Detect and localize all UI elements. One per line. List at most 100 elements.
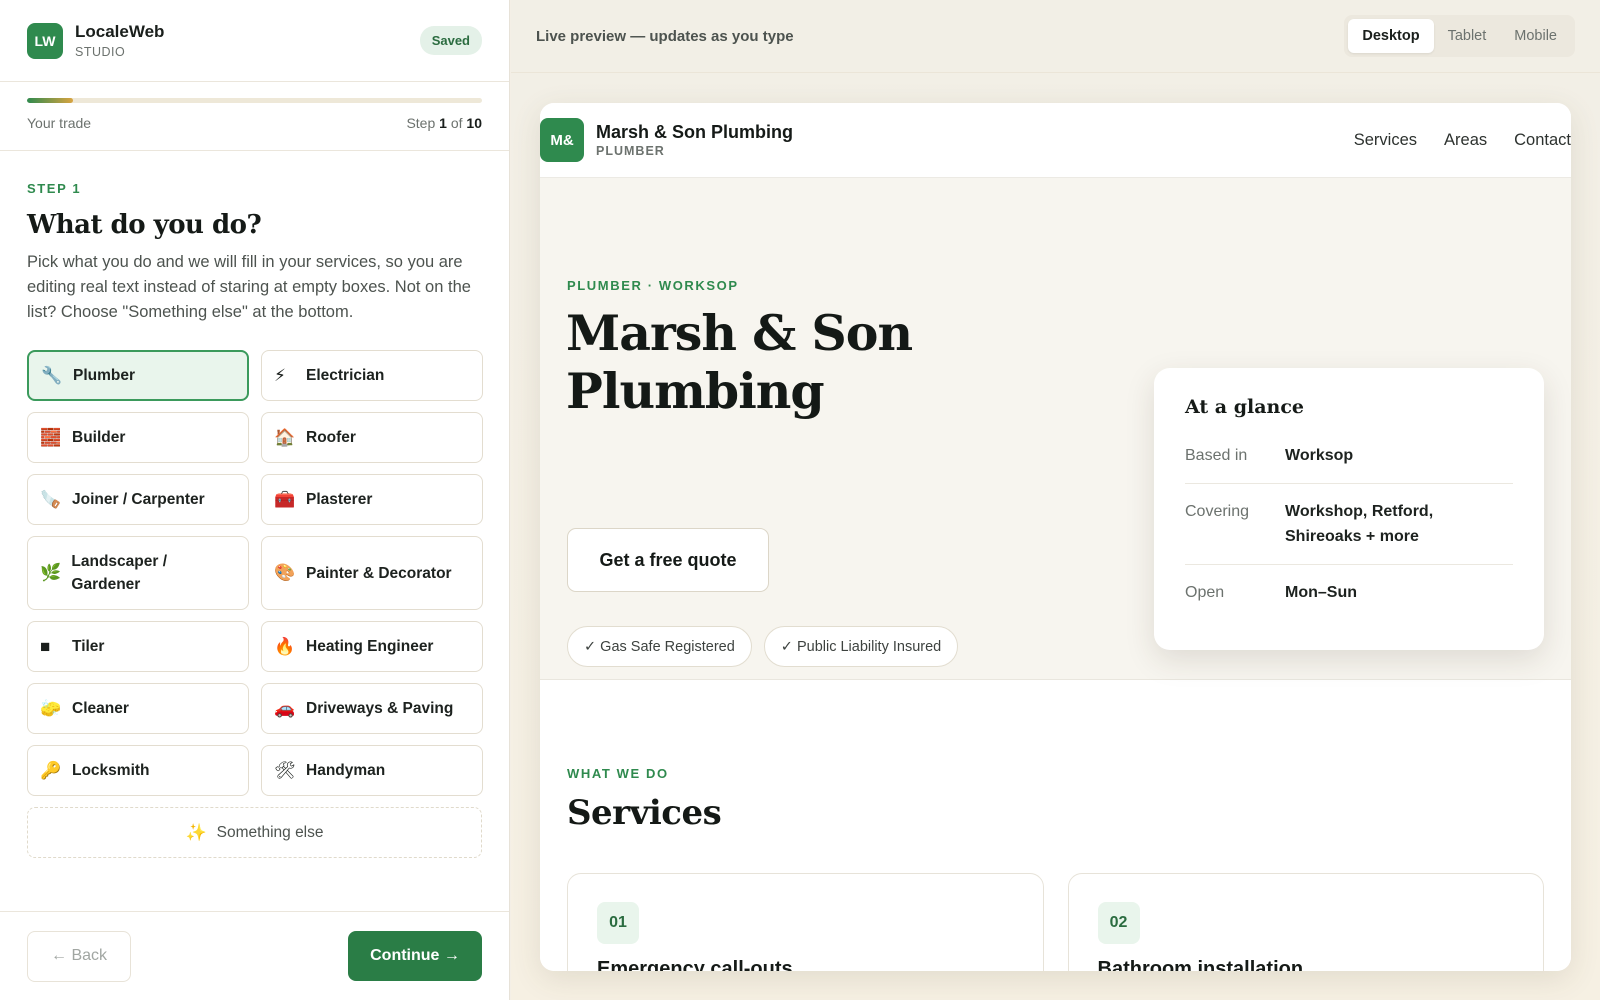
trade-option-roofer[interactable]: 🏠 Roofer: [261, 412, 483, 463]
something-else-label: Something else: [216, 823, 324, 841]
glance-title: At a glance: [1185, 396, 1305, 418]
live-preview-caption: Live preview — updates as you type: [536, 27, 794, 45]
trade-tiler-icon: ■: [40, 636, 51, 656]
site-name: Marsh & Son Plumbing: [596, 122, 794, 142]
services-eyebrow: WHAT WE DO: [567, 766, 669, 781]
trade-label: Builder: [72, 429, 126, 446]
trade-painter-decorator-icon: 🎨: [274, 563, 296, 582]
hero-eyebrow: PLUMBER · WORKSOP: [567, 278, 739, 293]
trade-option-landscaper-gardener[interactable]: 🌿 Landscaper / Gardener: [27, 536, 249, 610]
trade-option-cleaner[interactable]: 🧽 Cleaner: [27, 683, 249, 734]
trade-option-heating-engineer[interactable]: 🔥 Heating Engineer: [261, 621, 483, 672]
glance-value: Worksop: [1285, 447, 1354, 464]
trade-plumber-icon: 🔧: [41, 365, 63, 385]
get-quote-button[interactable]: Get a free quote: [567, 528, 769, 592]
service-number: 01: [597, 902, 639, 944]
service-number: 02: [1097, 902, 1140, 944]
trade-option-plasterer[interactable]: 🧰 Plasterer: [261, 474, 483, 525]
wizard-panel: LW LocaleWeb STUDIO Saved Your trade Ste…: [0, 0, 510, 1000]
trade-label: Painter & Decorator: [306, 564, 452, 582]
trade-handyman-icon: 🛠: [274, 760, 296, 780]
trade-landscaper-gardener-icon: 🌿: [40, 563, 62, 582]
trade-label: Electrician: [306, 367, 385, 384]
device-tab-mobile[interactable]: Mobile: [1500, 19, 1571, 53]
trade-option-plumber[interactable]: 🔧 Plumber: [27, 350, 249, 401]
trade-option-painter-decorator[interactable]: 🎨 Painter & Decorator: [261, 536, 483, 610]
trust-badge: ✓ Public Liability Insured: [763, 626, 959, 667]
service-card[interactable]: 02 Bathroom installation: [1067, 873, 1544, 971]
site-nav-links: Services Areas Contact: [1354, 131, 1571, 150]
services-section: WHAT WE DO Services 01 Emergency call-out…: [540, 680, 1571, 971]
trade-label: Plasterer: [306, 491, 373, 508]
trade-option-driveways-paving[interactable]: 🚗 Driveways & Paving: [261, 683, 483, 734]
progress-label: Your trade: [27, 115, 92, 131]
glance-row: Open Mon–Sun: [1185, 565, 1513, 620]
trade-label: Cleaner: [72, 700, 129, 717]
site-nav-link-contact[interactable]: Contact: [1514, 131, 1571, 150]
device-tab-tablet[interactable]: Tablet: [1434, 19, 1501, 53]
trade-option-electrician[interactable]: ⚡ Electrician: [261, 350, 483, 401]
trade-electrician-icon: ⚡: [274, 365, 286, 385]
device-switcher: Desktop Tablet Mobile: [1344, 15, 1575, 57]
trade-label: Landscaper / Gardener: [71, 553, 168, 593]
glance-key: Covering: [1185, 503, 1250, 520]
progress-bar: [27, 98, 482, 103]
trust-badges: ✓ Gas Safe Registered ✓ Public Liability …: [567, 626, 959, 667]
trade-option-locksmith[interactable]: 🔑 Locksmith: [27, 745, 249, 796]
site-nav-link-services[interactable]: Services: [1354, 131, 1417, 150]
preview-toolbar: Live preview — updates as you type Deskt…: [511, 0, 1600, 73]
trade-option-tiler[interactable]: ■ Tiler: [27, 621, 249, 672]
something-else-button[interactable]: ✨ Something else: [27, 807, 482, 858]
trade-label: Driveways & Paving: [306, 700, 454, 717]
trade-label: Roofer: [306, 429, 356, 446]
service-card[interactable]: 01 Emergency call-outs: [567, 873, 1044, 971]
glance-row: Based in Worksop: [1185, 428, 1513, 484]
site-logo: M&: [540, 118, 584, 162]
trade-label: Tiler: [72, 638, 105, 655]
step-counter: Step 1 of 10: [406, 115, 482, 131]
saved-status-badge: Saved: [419, 26, 482, 55]
trade-roofer-icon: 🏠: [274, 427, 296, 447]
service-cards: 01 Emergency call-outs 02 Bathroom installa…: [567, 873, 1544, 971]
trade-option-joiner-carpenter[interactable]: 🪚 Joiner / Carpenter: [27, 474, 249, 525]
trade-locksmith-icon: 🔑: [40, 760, 62, 780]
glance-value: Workshop, Retford, Shireoaks + more: [1285, 503, 1434, 545]
app-header: LW LocaleWeb STUDIO Saved: [0, 0, 509, 82]
service-name: Emergency call-outs: [597, 958, 793, 971]
services-title: Services: [567, 793, 722, 833]
trade-builder-icon: 🧱: [40, 427, 62, 447]
at-a-glance-card: At a glance Based in Worksop Covering Works…: [1154, 368, 1544, 650]
trade-label: Locksmith: [72, 762, 150, 779]
progress-section: Your trade Step 1 of 10: [0, 82, 509, 151]
back-button[interactable]: ← Back: [27, 930, 132, 982]
trade-label: Joiner / Carpenter: [72, 491, 205, 508]
trade-cleaner-icon: 🧽: [40, 698, 62, 718]
trust-badge: ✓ Gas Safe Registered: [567, 626, 752, 667]
trade-label: Handyman: [306, 762, 386, 779]
glance-row: Covering Workshop, Retford, Shireoaks + m…: [1185, 484, 1513, 565]
trade-plasterer-icon: 🧰: [274, 489, 296, 509]
app-name: LocaleWeb: [75, 22, 165, 41]
preview-panel: Live preview — updates as you type Deskt…: [511, 0, 1600, 1000]
trade-joiner-carpenter-icon: 🪚: [40, 489, 62, 509]
glance-key: Based in: [1185, 447, 1248, 464]
trade-option-handyman[interactable]: 🛠 Handyman: [261, 745, 483, 796]
step-description: Pick what you do and we will fill in you…: [27, 253, 471, 321]
site-navbar: M& Marsh & Son Plumbing PLUMBER Services…: [540, 103, 1571, 178]
step-eyebrow: STEP 1: [27, 181, 82, 196]
site-trade: PLUMBER: [596, 144, 665, 158]
site-preview-frame: M& Marsh & Son Plumbing PLUMBER Services…: [540, 103, 1571, 971]
trade-heating-engineer-icon: 🔥: [274, 636, 296, 656]
trade-options-grid: 🔧 Plumber ⚡ Electrician 🧱 Builder 🏠 Roofer 🪚 Join…: [27, 350, 483, 796]
hero-title: Marsh & Son Plumbing: [566, 304, 913, 420]
app-logo: LW: [27, 22, 63, 59]
app-subtitle: STUDIO: [75, 45, 126, 59]
step-title: What do you do?: [27, 210, 262, 240]
device-tab-desktop[interactable]: Desktop: [1348, 19, 1434, 53]
trade-label: Heating Engineer: [306, 638, 434, 655]
site-nav-link-areas[interactable]: Areas: [1444, 131, 1487, 150]
progress-fill: [27, 98, 73, 103]
trade-option-builder[interactable]: 🧱 Builder: [27, 412, 249, 463]
sparkles-icon: ✨: [185, 822, 207, 842]
continue-button[interactable]: Continue →: [348, 931, 482, 981]
